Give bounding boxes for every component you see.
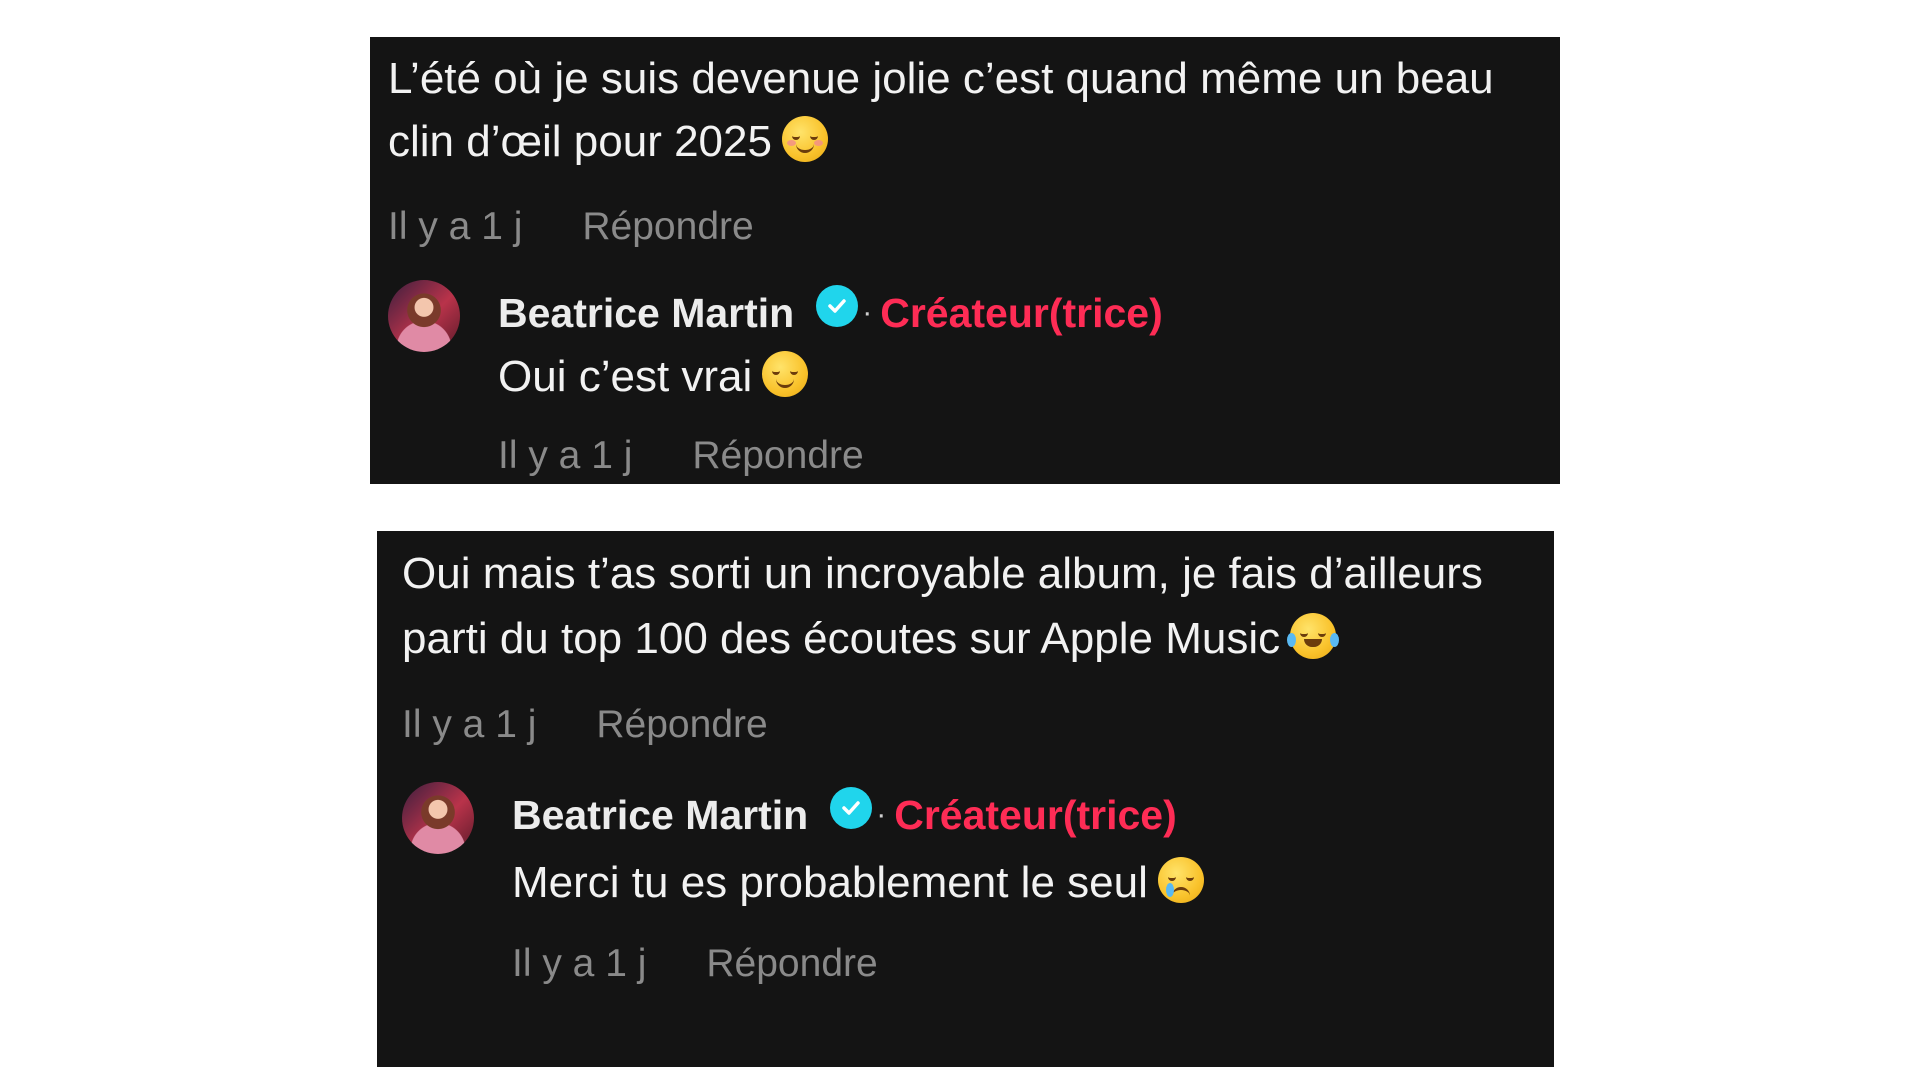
smiling-face-with-blush-icon [781, 116, 828, 162]
reply-button[interactable]: Répondre [582, 205, 753, 249]
reply-header: Beatrice Martin · Créateur(trice) [512, 785, 1529, 845]
comment-thread: L’été où je suis devenue jolie c’est qua… [370, 37, 1560, 484]
comment-thread: Oui mais t’as sorti un incroyable album,… [377, 531, 1554, 1067]
avatar[interactable] [388, 280, 460, 352]
reply-button[interactable]: Répondre [706, 942, 877, 986]
creator-badge: Créateur(trice) [894, 791, 1177, 838]
reply-meta: Il y a 1 j Répondre [498, 426, 1542, 486]
comment-timestamp: Il y a 1 j [388, 205, 523, 248]
reply-button[interactable]: Répondre [692, 434, 863, 478]
creator-reply: Beatrice Martin · Créateur(trice) Oui c’… [388, 280, 1542, 486]
creator-reply: Beatrice Martin · Créateur(trice) Merci … [402, 782, 1529, 994]
relieved-face-icon [762, 351, 809, 397]
author-name[interactable]: Beatrice Martin [498, 290, 794, 337]
verified-badge-icon [830, 787, 873, 829]
reply-timestamp: Il y a 1 j [498, 434, 633, 477]
comment-meta: Il y a 1 j Répondre [388, 197, 1542, 257]
comment-text: L’été où je suis devenue jolie c’est qua… [388, 54, 1494, 166]
verified-badge-icon [816, 285, 859, 327]
reply-text: Oui c’est vrai [498, 345, 1542, 408]
separator-dot: · [862, 296, 873, 329]
reply-text: Merci tu es probablement le seul [512, 851, 1529, 914]
face-holding-back-tears-icon [1157, 857, 1204, 903]
author-name[interactable]: Beatrice Martin [512, 792, 808, 839]
separator-dot: · [876, 798, 887, 831]
reply-header: Beatrice Martin · Créateur(trice) [498, 283, 1542, 343]
comment-timestamp: Il y a 1 j [402, 703, 537, 746]
comment-meta: Il y a 1 j Répondre [402, 695, 1529, 755]
face-with-tears-of-joy-icon [1287, 613, 1340, 659]
reply-button[interactable]: Répondre [596, 703, 767, 747]
reply-timestamp: Il y a 1 j [512, 942, 647, 985]
comment-text: Oui mais t’as sorti un incroyable album,… [402, 549, 1483, 663]
reply-meta: Il y a 1 j Répondre [512, 934, 1529, 994]
avatar[interactable] [402, 782, 474, 854]
creator-badge: Créateur(trice) [880, 289, 1163, 336]
